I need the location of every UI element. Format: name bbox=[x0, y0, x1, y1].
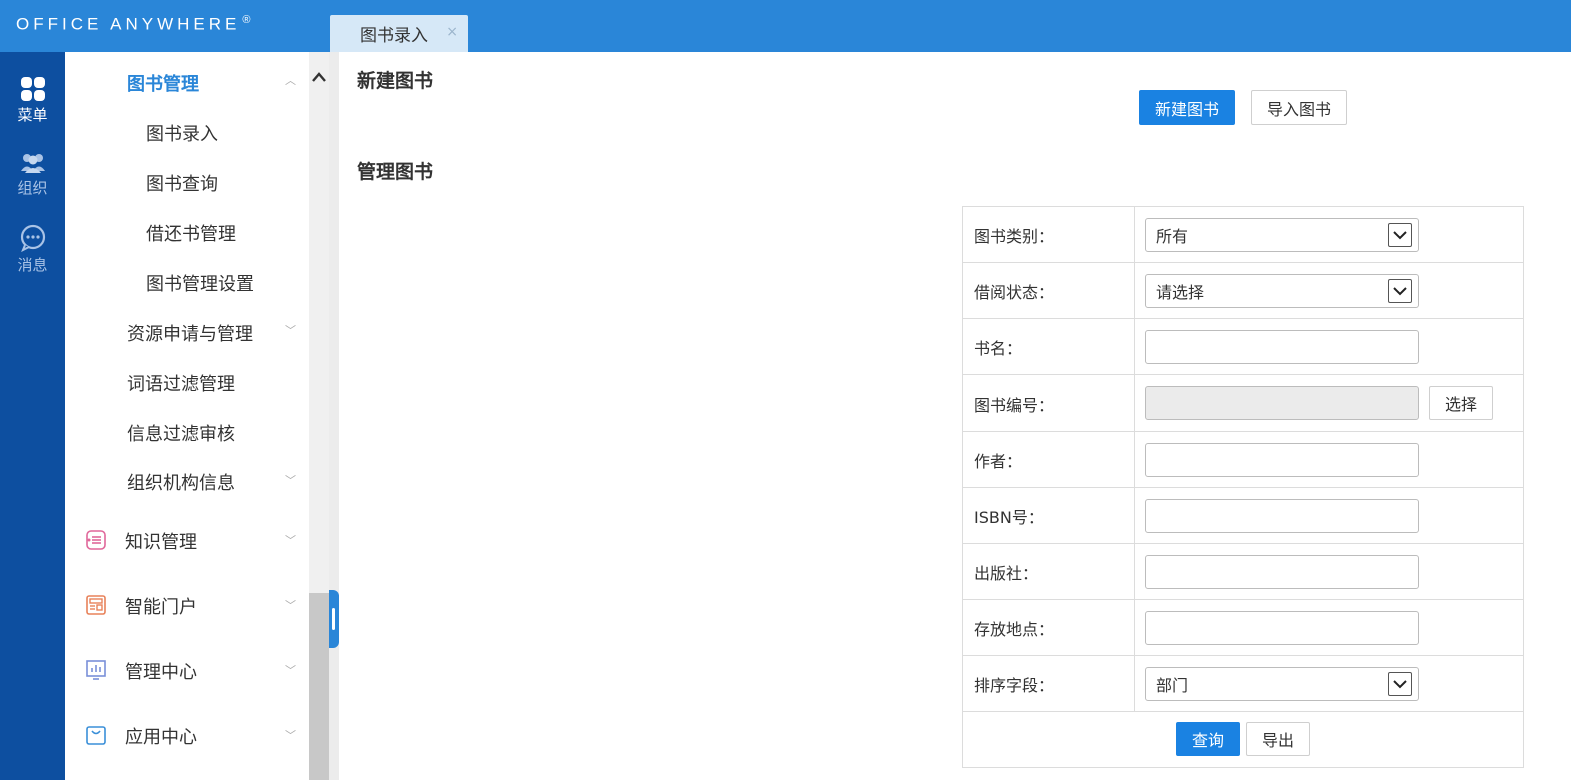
menu-item-word-filter[interactable]: 词语过滤管理 bbox=[127, 370, 235, 396]
menu-section-portal[interactable]: 智能门户 ﹀ bbox=[65, 587, 309, 623]
left-rail: 菜单 组织 消息 bbox=[0, 52, 65, 780]
isbn-label: ISBN号： bbox=[963, 488, 1135, 544]
menu-item-borrow-return[interactable]: 借还书管理 bbox=[146, 220, 236, 246]
chevron-down-icon: ﹀ bbox=[285, 534, 296, 547]
main-content: 新建图书 新建图书 导入图书 管理图书 图书类别： 所有 借阅状态： 请选择 书… bbox=[339, 52, 1571, 780]
form-row-location: 存放地点： bbox=[963, 600, 1523, 656]
borrow-status-selected-value: 请选择 bbox=[1156, 283, 1205, 302]
form-row-borrow-status: 借阅状态： 请选择 bbox=[963, 263, 1523, 319]
book-number-input[interactable] bbox=[1145, 386, 1419, 420]
chevron-down-icon: ﹀ bbox=[285, 599, 296, 612]
rail-label-message: 消息 bbox=[17, 256, 48, 274]
borrow-status-label: 借阅状态： bbox=[963, 263, 1135, 319]
book-query-form: 图书类别： 所有 借阅状态： 请选择 书名： 图书编号： 选择 作者： ISBN… bbox=[962, 206, 1524, 768]
menu-section-admin[interactable]: 管理中心 ﹀ bbox=[65, 652, 309, 688]
chevron-down-icon: ﹀ bbox=[285, 729, 296, 742]
chevron-down-icon bbox=[1388, 279, 1412, 303]
section-title-manage-book: 管理图书 bbox=[357, 161, 434, 183]
bag-icon bbox=[86, 726, 106, 745]
category-selected-value: 所有 bbox=[1156, 227, 1189, 246]
portal-icon bbox=[86, 595, 106, 615]
brand-logo: Office Anywhere ® bbox=[16, 14, 250, 35]
publisher-input[interactable] bbox=[1145, 555, 1419, 589]
rail-item-org[interactable]: 组织 bbox=[0, 151, 65, 198]
chevron-down-icon: ﹀ bbox=[285, 474, 296, 487]
sort-select[interactable]: 部门 bbox=[1145, 667, 1419, 701]
form-row-publisher: 出版社： bbox=[963, 544, 1523, 600]
form-row-author: 作者： bbox=[963, 432, 1523, 488]
chevron-down-icon: ﹀ bbox=[285, 664, 296, 677]
people-icon bbox=[20, 154, 45, 173]
query-button[interactable]: 查询 bbox=[1176, 722, 1240, 756]
new-book-button[interactable]: 新建图书 bbox=[1139, 90, 1235, 125]
rail-item-message[interactable]: 消息 bbox=[0, 224, 65, 275]
side-menu: 图书管理 ︿ 图书录入 图书查询 借还书管理 图书管理设置 资源申请与管理 ﹀ … bbox=[65, 52, 309, 780]
book-name-label: 书名： bbox=[963, 319, 1135, 375]
top-bar: Office Anywhere ® 图书录入 × bbox=[0, 0, 1571, 52]
menu-item-info-filter[interactable]: 信息过滤审核 bbox=[127, 420, 235, 446]
book-name-input[interactable] bbox=[1145, 330, 1419, 364]
chart-icon bbox=[86, 660, 106, 680]
tab-book-entry[interactable]: 图书录入 × bbox=[330, 15, 468, 52]
section-label-knowledge: 知识管理 bbox=[125, 532, 197, 553]
chevron-down-icon bbox=[1388, 672, 1412, 696]
location-input[interactable] bbox=[1145, 611, 1419, 645]
form-row-category: 图书类别： 所有 bbox=[963, 207, 1523, 263]
close-icon[interactable]: × bbox=[446, 24, 458, 40]
registered-mark: ® bbox=[242, 14, 251, 26]
section-title-new-book: 新建图书 bbox=[357, 70, 434, 92]
chat-icon bbox=[20, 224, 45, 252]
category-label: 图书类别： bbox=[963, 207, 1135, 263]
sort-label: 排序字段： bbox=[963, 656, 1135, 712]
section-label-apps: 应用中心 bbox=[125, 727, 197, 748]
scroll-up-button[interactable] bbox=[309, 62, 329, 92]
menu-item-book-management[interactable]: 图书管理 bbox=[127, 70, 199, 96]
collapse-handle[interactable] bbox=[329, 590, 339, 648]
menu-section-apps[interactable]: 应用中心 ﹀ bbox=[65, 717, 309, 753]
menu-section-knowledge[interactable]: 知识管理 ﹀ bbox=[65, 522, 309, 558]
tab-label: 图书录入 bbox=[360, 26, 428, 46]
author-input[interactable] bbox=[1145, 443, 1419, 477]
panel-divider bbox=[329, 52, 339, 780]
menu-item-resource[interactable]: 资源申请与管理 bbox=[127, 320, 253, 346]
form-row-book-name: 书名： bbox=[963, 319, 1523, 375]
grid-icon bbox=[20, 77, 45, 101]
knowledge-icon bbox=[86, 530, 106, 550]
form-row-sort: 排序字段： 部门 bbox=[963, 656, 1523, 712]
form-row-isbn: ISBN号： bbox=[963, 488, 1523, 544]
book-number-label: 图书编号： bbox=[963, 375, 1135, 432]
section-label-portal: 智能门户 bbox=[125, 597, 197, 618]
form-actions: 查询 导出 bbox=[963, 712, 1523, 768]
import-book-button[interactable]: 导入图书 bbox=[1251, 90, 1347, 125]
app-root: Office Anywhere ® 图书录入 × 菜单 bbox=[0, 0, 1571, 780]
chevron-down-icon bbox=[1388, 223, 1412, 247]
menu-item-book-settings[interactable]: 图书管理设置 bbox=[146, 270, 254, 296]
location-label: 存放地点： bbox=[963, 600, 1135, 656]
menu-item-book-query[interactable]: 图书查询 bbox=[146, 170, 218, 196]
brand-name: Office Anywhere bbox=[16, 14, 241, 34]
author-label: 作者： bbox=[963, 432, 1135, 488]
publisher-label: 出版社： bbox=[963, 544, 1135, 600]
section-label-admin: 管理中心 bbox=[125, 662, 197, 683]
menu-item-book-entry[interactable]: 图书录入 bbox=[146, 120, 218, 146]
chevron-up-icon: ︿ bbox=[285, 74, 296, 87]
category-select[interactable]: 所有 bbox=[1145, 218, 1419, 252]
form-row-book-number: 图书编号： 选择 bbox=[963, 375, 1523, 432]
chevron-down-icon: ﹀ bbox=[285, 324, 296, 337]
chevron-up-icon bbox=[312, 72, 326, 82]
export-button[interactable]: 导出 bbox=[1246, 722, 1310, 756]
menu-item-org-info[interactable]: 组织机构信息 bbox=[127, 469, 235, 495]
borrow-status-select[interactable]: 请选择 bbox=[1145, 274, 1419, 308]
scroll-thumb[interactable] bbox=[309, 593, 329, 780]
select-book-number-button[interactable]: 选择 bbox=[1429, 386, 1493, 420]
rail-item-menu[interactable]: 菜单 bbox=[0, 76, 65, 125]
rail-label-menu: 菜单 bbox=[17, 106, 48, 124]
sort-selected-value: 部门 bbox=[1156, 676, 1189, 695]
isbn-input[interactable] bbox=[1145, 499, 1419, 533]
rail-label-org: 组织 bbox=[17, 179, 48, 197]
